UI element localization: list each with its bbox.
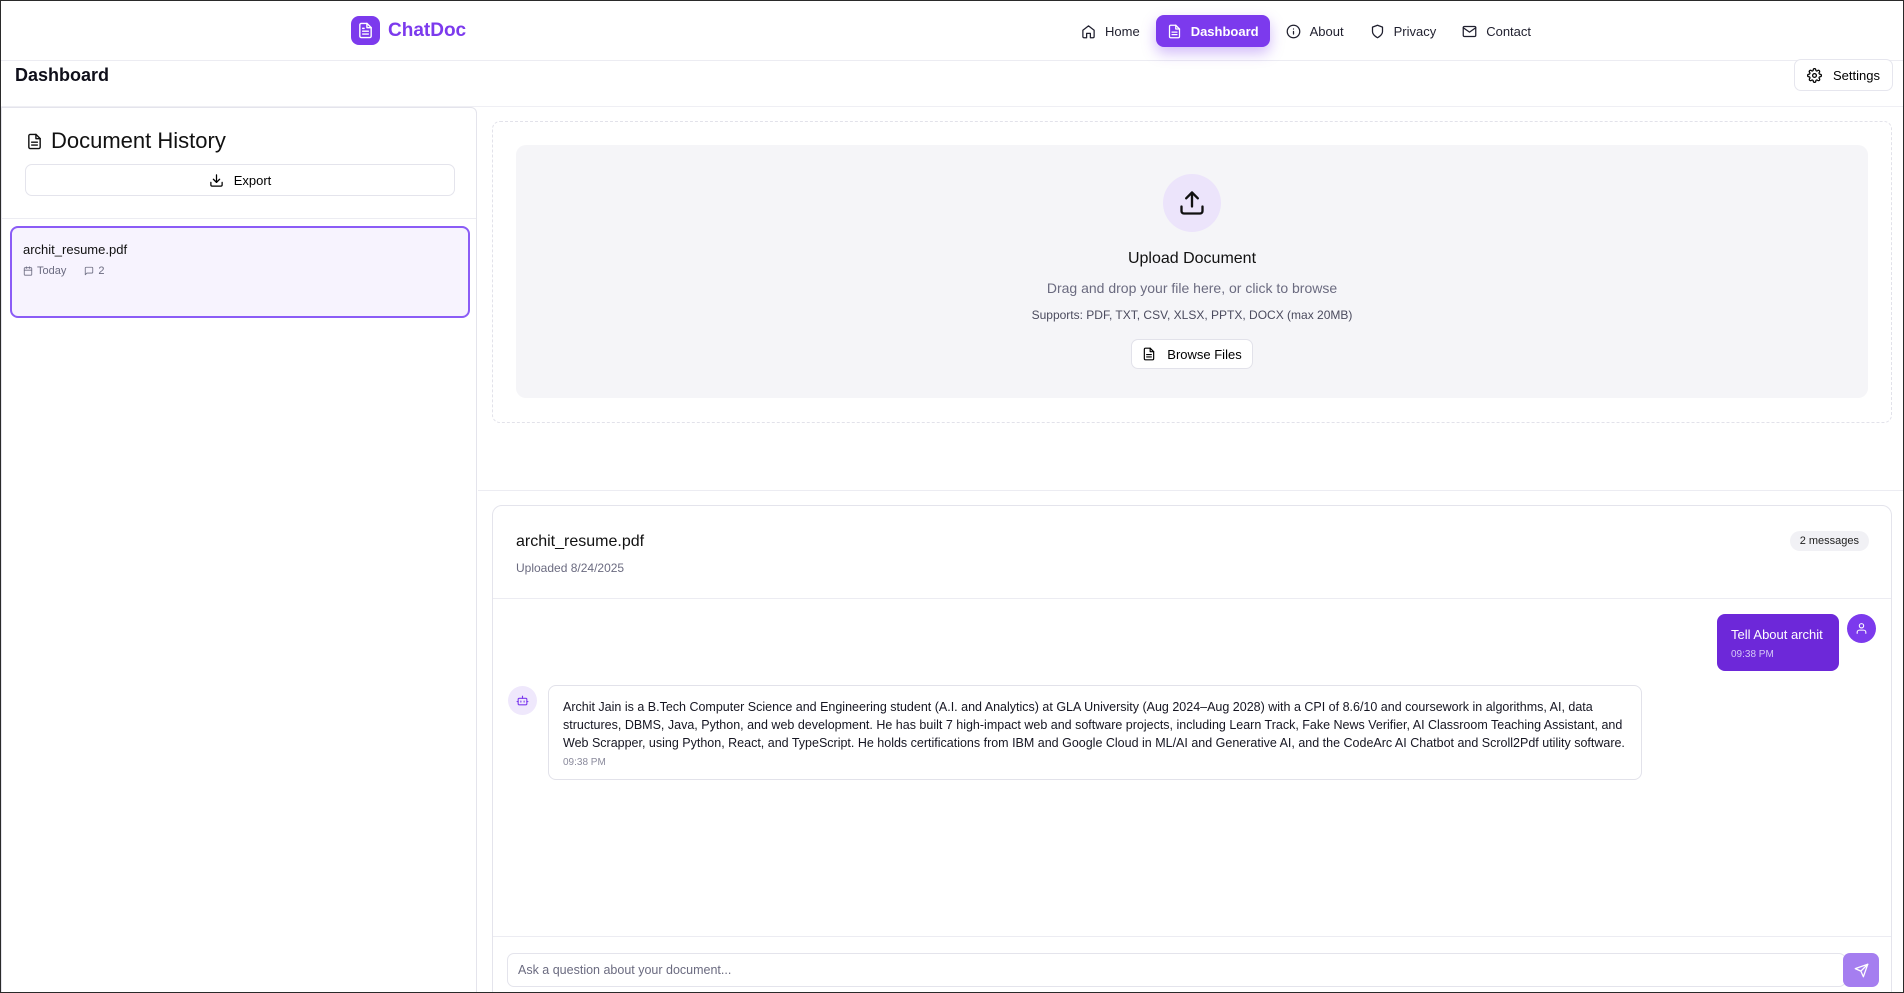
document-message-count: 2 (98, 265, 105, 277)
message-time: 09:38 PM (563, 757, 606, 768)
browse-files-button[interactable]: Browse Files (1131, 339, 1253, 369)
nav-item-label: Home (1105, 23, 1140, 39)
upload-subtitle: Drag and drop your file here, or click t… (1046, 280, 1338, 296)
nav-item-label: About (1309, 23, 1344, 39)
message-text: Tell About archit (1731, 627, 1823, 642)
brand-name: ChatDoc (388, 19, 467, 41)
send-button[interactable] (1843, 953, 1879, 987)
upload-supported-formats: Supports: PDF, TXT, CSV, XLSX, PPTX, DOC… (1031, 308, 1353, 322)
page-title: Dashboard (15, 65, 110, 85)
calendar-icon (23, 266, 33, 276)
assistant-message: Archit Jain is a B.Tech Computer Science… (548, 685, 1642, 780)
gear-icon (1807, 67, 1822, 83)
input-divider (493, 936, 1891, 937)
upload-dropzone[interactable]: Upload Document Drag and drop your file … (492, 121, 1892, 423)
brand-logo-icon (351, 16, 380, 45)
nav-item-label: Privacy (1393, 23, 1437, 39)
message-icon (85, 266, 94, 276)
chat-document-name: archit_resume.pdf (516, 533, 645, 550)
nav-item-privacy[interactable]: Privacy (1360, 15, 1447, 47)
main-nav: Home Dashboard About Privacy Contact (1071, 15, 1541, 47)
document-icon (1144, 347, 1155, 361)
user-message: Tell About archit 09:38 PM (1717, 614, 1839, 671)
question-input[interactable] (507, 953, 1846, 987)
info-icon (1286, 24, 1300, 38)
document-icon (28, 133, 41, 149)
download-icon (209, 173, 223, 187)
nav-item-contact[interactable]: Contact (1452, 15, 1541, 47)
nav-item-home[interactable]: Home (1071, 15, 1150, 47)
upload-inner[interactable]: Upload Document Drag and drop your file … (516, 145, 1868, 398)
export-button[interactable]: Export (25, 164, 455, 196)
sidebar-divider (2, 218, 476, 219)
document-history-sidebar: Document History Export archit_resume.pd… (1, 107, 477, 992)
nav-item-label: Dashboard (1190, 23, 1259, 39)
bot-avatar (508, 686, 537, 715)
export-label: Export (233, 172, 272, 188)
top-navbar: ChatDoc Home Dashboard About Privacy Con… (1, 1, 1903, 61)
user-avatar (1847, 614, 1876, 643)
home-icon (1082, 24, 1095, 38)
upload-icon (1180, 191, 1204, 215)
chat-panel: archit_resume.pdf Uploaded 8/24/2025 2 m… (492, 505, 1892, 992)
message-count-badge: 2 messages (1789, 531, 1869, 551)
chat-header-divider (493, 598, 1891, 599)
upload-title: Upload Document (1127, 250, 1257, 267)
chat-upload-date: Uploaded 8/24/2025 (516, 561, 625, 575)
document-meta: Today 2 (23, 265, 104, 277)
nav-item-dashboard[interactable]: Dashboard (1155, 15, 1270, 47)
sidebar-title: Document History (26, 128, 226, 154)
brand[interactable]: ChatDoc (351, 16, 466, 45)
settings-label: Settings (1833, 67, 1880, 83)
upload-icon-circle (1163, 174, 1221, 232)
send-icon (1854, 963, 1868, 977)
app-window: ChatDoc Home Dashboard About Privacy Con… (0, 0, 1904, 993)
nav-item-about[interactable]: About (1276, 15, 1354, 47)
document-history-item[interactable]: archit_resume.pdf Today 2 (10, 226, 470, 318)
main-divider (478, 490, 1903, 491)
document-icon (1168, 24, 1180, 38)
shield-icon (1371, 24, 1383, 38)
message-time: 09:38 PM (1731, 649, 1774, 660)
nav-item-label: Contact (1486, 23, 1532, 39)
document-date: Today (37, 265, 67, 277)
user-icon (1856, 623, 1867, 634)
message-text: Archit Jain is a B.Tech Computer Science… (563, 700, 1625, 750)
document-name: archit_resume.pdf (23, 242, 128, 257)
settings-button[interactable]: Settings (1794, 59, 1893, 91)
sidebar-title-text: Document History (51, 128, 226, 153)
mail-icon (1462, 25, 1477, 37)
browse-files-label: Browse Files (1167, 346, 1242, 362)
bot-icon (516, 695, 529, 706)
